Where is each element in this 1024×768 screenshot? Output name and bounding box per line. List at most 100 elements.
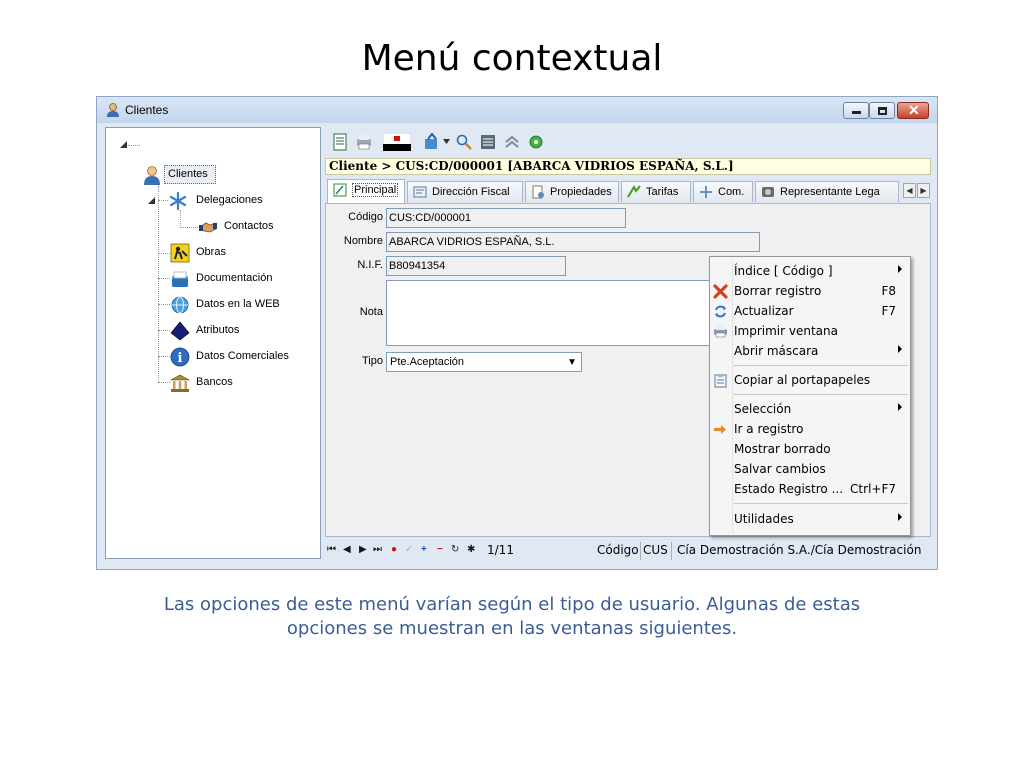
tree-item-documentacion[interactable]: Documentación	[170, 268, 320, 290]
tree-connector	[158, 304, 170, 305]
menu-item-label: Índice [ Código ]	[734, 264, 833, 278]
navigation-tree[interactable]: Clientes Delegaciones Contactos Obras Do…	[105, 127, 321, 559]
tab-label: Principal	[352, 183, 399, 197]
window-title: Clientes	[125, 103, 169, 117]
color-icon[interactable]	[383, 133, 411, 151]
last-record-icon[interactable]: ⏭	[373, 544, 382, 555]
menu-item-actualizar[interactable]: Actualizar F7	[710, 301, 910, 321]
tree-item-delegaciones[interactable]: Delegaciones	[168, 190, 318, 212]
user-icon	[107, 103, 119, 117]
user-icon	[144, 166, 160, 185]
menu-separator	[734, 503, 908, 504]
nota-label: Nota	[359, 306, 383, 318]
submenu-arrow-icon	[898, 265, 902, 273]
address-icon	[413, 186, 427, 198]
toolbar	[325, 127, 931, 157]
menu-item-label: Actualizar	[734, 304, 794, 318]
status-divider	[671, 542, 672, 560]
nif-field[interactable]: B80941354	[386, 256, 566, 276]
tab-propiedades[interactable]: Propiedades	[525, 181, 619, 202]
window-titlebar[interactable]: Clientes ✕	[97, 97, 937, 123]
tipo-label: Tipo	[362, 355, 383, 367]
prev-record-icon[interactable]: ◀	[343, 544, 351, 555]
tab-com[interactable]: Com.	[693, 181, 753, 202]
menu-item-salvar-cambios[interactable]: Salvar cambios	[710, 459, 910, 479]
ok-icon[interactable]	[527, 133, 545, 151]
close-icon: ✕	[908, 102, 920, 118]
nota-textarea[interactable]	[386, 280, 710, 346]
asterisk-icon[interactable]: ✱	[467, 544, 475, 555]
add-record-icon[interactable]: +	[421, 544, 427, 555]
tools-icon[interactable]	[423, 133, 441, 151]
tab-label: Com.	[718, 186, 745, 198]
tree-item-datos-web[interactable]: Datos en la WEB	[170, 294, 320, 316]
search-icon[interactable]	[455, 133, 473, 151]
codigo-field[interactable]: CUS:CD/000001	[386, 208, 626, 228]
construction-icon	[170, 243, 190, 263]
check-icon[interactable]: ✓	[405, 544, 413, 555]
tree-item-label: Datos en la WEB	[196, 298, 280, 310]
next-record-icon[interactable]: ▶	[359, 544, 367, 555]
menu-item-borrar-registro[interactable]: Borrar registro F8	[710, 281, 910, 301]
tree-item-clientes[interactable]: Clientes	[142, 164, 302, 186]
tab-scroll-right-button[interactable]: ▶	[917, 183, 930, 198]
menu-item-label: Mostrar borrado	[734, 442, 831, 456]
document-icon[interactable]	[331, 133, 349, 151]
refresh-icon	[715, 305, 726, 318]
tree-item-label: Atributos	[196, 324, 240, 336]
tree-connector	[158, 186, 159, 382]
tree-item-label: Contactos	[224, 220, 274, 232]
menu-item-label: Utilidades	[734, 512, 794, 526]
tab-label: Representante Lega	[780, 186, 880, 198]
menu-item-utilidades[interactable]: Utilidades	[710, 509, 910, 529]
menu-item-ir-a-registro[interactable]: Ir a registro	[710, 419, 910, 439]
tree-expanded-icon[interactable]	[120, 141, 127, 148]
tree-connector	[158, 200, 168, 201]
tree-item-obras[interactable]: Obras	[170, 242, 290, 264]
menu-item-seleccion[interactable]: Selección	[710, 399, 910, 419]
record-counter: 1/11	[487, 543, 514, 557]
nombre-field[interactable]: ABARCA VIDRIOS ESPAÑA, S.L.	[386, 232, 760, 252]
menu-item-estado-registro[interactable]: Estado Registro ... Ctrl+F7	[710, 479, 910, 499]
tab-representante-legal[interactable]: Representante Lega	[755, 181, 899, 202]
menu-item-indice[interactable]: Índice [ Código ]	[710, 261, 910, 281]
minimize-button[interactable]	[843, 102, 869, 119]
chevron-down-icon[interactable]	[443, 139, 450, 144]
status-bar: ⏮ ◀ ▶ ⏭ ● ✓ + − ↻ ✱ 1/11 Código CUS Cía …	[325, 540, 931, 562]
first-record-icon[interactable]: ⏮	[327, 544, 336, 555]
tarifas-icon	[627, 185, 641, 198]
tab-tarifas[interactable]: Tarifas	[621, 181, 691, 202]
tab-direccion-fiscal[interactable]: Dirección Fiscal	[407, 181, 523, 202]
menu-item-mostrar-borrado[interactable]: Mostrar borrado	[710, 439, 910, 459]
tab-principal[interactable]: Principal	[327, 179, 405, 203]
tree-item-bancos[interactable]: Bancos	[170, 372, 320, 394]
double-chevron-up-icon[interactable]	[503, 133, 521, 151]
close-button[interactable]: ✕	[897, 102, 929, 119]
print-icon[interactable]	[355, 133, 373, 151]
menu-item-shortcut: Ctrl+F7	[850, 482, 896, 496]
nombre-label: Nombre	[343, 235, 383, 247]
menu-item-abrir-mascara[interactable]: Abrir máscara	[710, 341, 910, 361]
tipo-select[interactable]: Pte.Aceptación ▼	[386, 352, 582, 372]
tipo-selected-value: Pte.Aceptación	[390, 356, 464, 368]
chevron-down-icon: ▼	[567, 357, 577, 368]
record-dot-icon[interactable]: ●	[391, 544, 397, 555]
list-icon[interactable]	[479, 133, 497, 151]
tree-item-contactos[interactable]: Contactos	[198, 216, 318, 238]
delete-record-icon[interactable]: −	[437, 544, 443, 555]
minimize-icon	[852, 111, 861, 114]
tab-scroll-left-button[interactable]: ◀	[903, 183, 916, 198]
tree-item-datos-comerciales[interactable]: i Datos Comerciales	[170, 346, 320, 368]
tree-connector	[158, 253, 170, 254]
refresh-icon[interactable]: ↻	[451, 544, 459, 555]
maximize-button[interactable]	[869, 102, 895, 119]
tab-label: Dirección Fiscal	[432, 186, 510, 198]
maximize-icon	[878, 107, 887, 115]
submenu-arrow-icon	[898, 345, 902, 353]
tree-expanded-icon[interactable]	[148, 197, 155, 204]
tree-item-atributos[interactable]: Atributos	[170, 320, 320, 342]
menu-item-copiar-portapapeles[interactable]: Copiar al portapapeles	[710, 370, 910, 390]
caption-line: opciones se muestran en las ventanas sig…	[286, 618, 738, 639]
menu-item-imprimir-ventana[interactable]: Imprimir ventana	[710, 321, 910, 341]
tab-bar: Principal Dirección Fiscal Propiedades T…	[325, 179, 931, 203]
